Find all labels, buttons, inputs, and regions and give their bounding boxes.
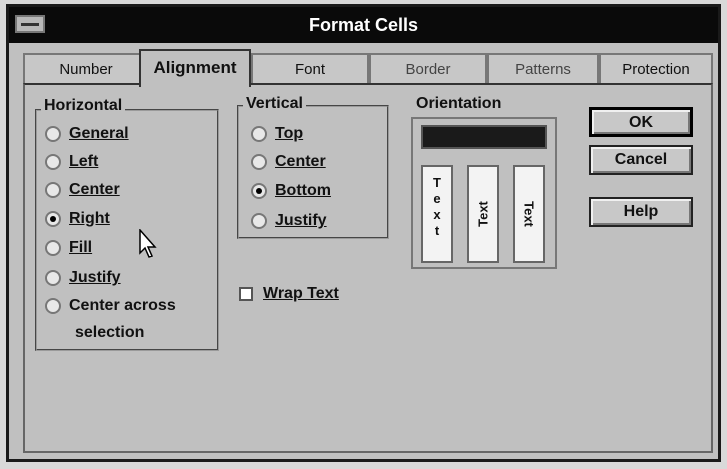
option-label: Justify bbox=[275, 212, 327, 229]
option-label: Justify bbox=[69, 269, 121, 286]
radio-button[interactable] bbox=[45, 126, 61, 142]
orientation-rotated-up-option[interactable]: Text bbox=[467, 165, 499, 263]
ok-button[interactable]: OK bbox=[589, 107, 693, 137]
mouse-pointer-icon bbox=[139, 229, 157, 258]
horizontal-left-option[interactable]: Left bbox=[45, 153, 98, 171]
radio-button[interactable] bbox=[45, 298, 61, 314]
option-label: General bbox=[69, 125, 129, 142]
tab-font[interactable]: Font bbox=[251, 53, 369, 85]
tab-alignment[interactable]: Alignment bbox=[139, 49, 251, 87]
orientation-box: T e x t Text Text bbox=[411, 117, 557, 269]
option-label: Right bbox=[69, 210, 110, 227]
vertical-top-option[interactable]: Top bbox=[251, 125, 303, 143]
option-label: Fill bbox=[69, 239, 93, 256]
orientation-horizontal-option-selected[interactable] bbox=[421, 125, 547, 149]
radio-button[interactable] bbox=[251, 126, 267, 142]
option-label: Top bbox=[275, 125, 304, 142]
tab-patterns[interactable]: Patterns bbox=[487, 53, 599, 85]
wrap-text-checkbox[interactable]: Wrap Text bbox=[239, 285, 339, 303]
format-cells-dialog: Format Cells Number Alignment Font Borde… bbox=[6, 4, 721, 462]
option-label: Bottom bbox=[275, 182, 331, 199]
tab-label: Number bbox=[59, 61, 113, 78]
option-label: Center across bbox=[69, 297, 176, 314]
tab-border[interactable]: Border bbox=[369, 53, 487, 85]
tab-label: Border bbox=[405, 61, 451, 78]
option-label: Left bbox=[69, 153, 99, 170]
rotated-down-text: Text bbox=[521, 201, 537, 227]
checkbox-label: Wrap Text bbox=[263, 285, 339, 302]
radio-button-selected[interactable] bbox=[45, 211, 61, 227]
vertical-bottom-option[interactable]: Bottom bbox=[251, 182, 331, 200]
horizontal-center-across-option-line2: selection bbox=[75, 324, 145, 341]
radio-button[interactable] bbox=[251, 213, 267, 229]
horizontal-right-option[interactable]: Right bbox=[45, 210, 110, 228]
rotated-up-text: Text bbox=[475, 201, 491, 227]
checkbox[interactable] bbox=[239, 287, 253, 301]
tab-number[interactable]: Number bbox=[23, 53, 149, 85]
orientation-group-label: Orientation bbox=[413, 95, 505, 113]
orientation-rotated-down-option[interactable]: Text bbox=[513, 165, 545, 263]
tab-label: Protection bbox=[622, 61, 690, 78]
stacked-letter: T bbox=[433, 175, 441, 190]
radio-button-selected[interactable] bbox=[251, 183, 267, 199]
radio-button[interactable] bbox=[251, 154, 267, 170]
horizontal-center-option[interactable]: Center bbox=[45, 181, 120, 199]
horizontal-general-option[interactable]: General bbox=[45, 125, 129, 143]
tab-label: Patterns bbox=[515, 61, 571, 78]
vertical-justify-option[interactable]: Justify bbox=[251, 212, 327, 230]
horizontal-fill-option[interactable]: Fill bbox=[45, 239, 92, 257]
title-bar[interactable]: Format Cells bbox=[9, 7, 718, 43]
option-label: Center bbox=[69, 181, 120, 198]
vertical-group-label: Vertical bbox=[243, 95, 306, 113]
vertical-center-option[interactable]: Center bbox=[251, 153, 326, 171]
radio-button[interactable] bbox=[45, 154, 61, 170]
radio-button[interactable] bbox=[45, 182, 61, 198]
tab-label: Alignment bbox=[153, 58, 237, 77]
horizontal-center-across-option[interactable]: Center across bbox=[45, 297, 176, 315]
help-button[interactable]: Help bbox=[589, 197, 693, 227]
stacked-letter: t bbox=[434, 223, 440, 238]
tab-label: Font bbox=[294, 61, 325, 78]
stacked-letter: e bbox=[433, 191, 441, 206]
orientation-stacked-option[interactable]: T e x t bbox=[421, 165, 453, 263]
horizontal-justify-option[interactable]: Justify bbox=[45, 269, 121, 287]
window-title: Format Cells bbox=[308, 15, 419, 35]
radio-button[interactable] bbox=[45, 270, 61, 286]
tab-protection[interactable]: Protection bbox=[599, 53, 713, 85]
option-label: Center bbox=[275, 153, 326, 170]
stacked-letter: x bbox=[433, 207, 441, 222]
cancel-button[interactable]: Cancel bbox=[589, 145, 693, 175]
system-menu-icon[interactable] bbox=[15, 15, 45, 33]
horizontal-group-label: Horizontal bbox=[41, 97, 126, 115]
radio-button[interactable] bbox=[45, 240, 61, 256]
